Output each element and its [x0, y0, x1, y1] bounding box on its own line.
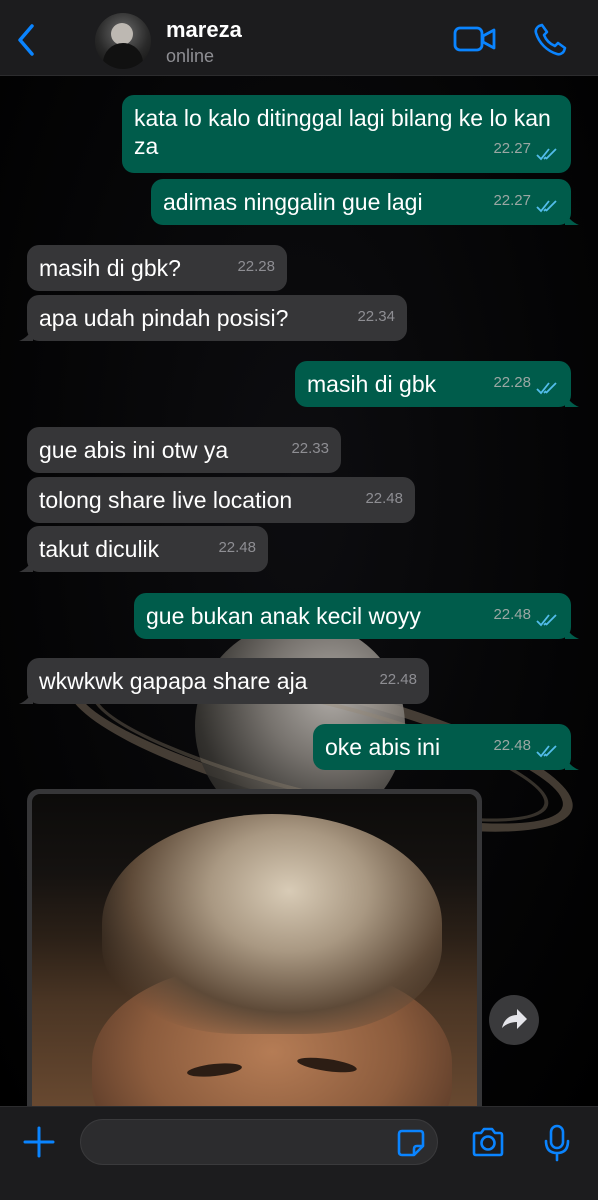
video-call-icon[interactable]	[453, 22, 497, 61]
message-time: 22.33	[291, 440, 329, 457]
message-input[interactable]	[80, 1119, 438, 1165]
bubble-tail	[565, 756, 579, 770]
chat-header: mareza online	[0, 0, 598, 76]
read-ticks-icon	[536, 745, 557, 758]
message-bubble-incoming[interactable]: wkwkwk gapapa share aja 22.48	[19, 658, 429, 704]
message-text: tolong share live location	[39, 487, 293, 513]
contact-name[interactable]: mareza	[166, 17, 242, 43]
message-time: 22.34	[357, 308, 395, 325]
message-text: wkwkwk gapapa share aja	[39, 668, 308, 694]
message-text: oke abis ini	[325, 734, 441, 760]
bubble-tail	[19, 690, 33, 704]
forward-icon[interactable]	[489, 995, 539, 1045]
bubble-tail	[565, 393, 579, 407]
message-time: 22.27	[493, 140, 531, 157]
message-bubble-outgoing[interactable]: adimas ninggalin gue lagi 22.27	[151, 179, 579, 225]
message-bubble-incoming[interactable]: masih di gbk? 22.28	[27, 245, 287, 291]
message-time: 22.48	[379, 671, 417, 688]
message-time: 22.48	[218, 539, 256, 556]
message-bubble-incoming[interactable]: apa udah pindah posisi? 22.34	[19, 295, 407, 341]
bubble-tail	[565, 211, 579, 225]
message-time: 22.28	[493, 374, 531, 391]
contact-status: online	[166, 46, 215, 66]
read-ticks-icon	[536, 614, 557, 627]
message-text: kata lo kalo ditinggal lagi bilang ke lo…	[134, 105, 551, 159]
bubble-tail	[19, 327, 33, 341]
message-bubble-outgoing[interactable]: kata lo kalo ditinggal lagi bilang ke lo…	[122, 95, 571, 173]
photo-image[interactable]	[32, 794, 477, 1114]
microphone-icon[interactable]	[543, 1124, 571, 1167]
message-bubble-outgoing[interactable]: gue bukan anak kecil woyy 22.48	[134, 593, 579, 639]
message-time: 22.48	[493, 737, 531, 754]
message-time: 22.48	[365, 490, 403, 507]
message-text: apa udah pindah posisi?	[39, 305, 289, 331]
message-bubble-incoming[interactable]: gue abis ini otw ya 22.33	[27, 427, 341, 473]
message-bubble-incoming[interactable]: tolong share live location 22.48	[27, 477, 415, 523]
read-ticks-icon	[536, 382, 557, 395]
message-time: 22.28	[237, 258, 275, 275]
message-text: masih di gbk?	[39, 255, 181, 281]
message-bubble-incoming[interactable]: takut diculik 22.48	[19, 526, 268, 572]
message-input-bar	[0, 1106, 598, 1200]
bubble-tail	[19, 558, 33, 572]
read-ticks-icon	[536, 148, 557, 161]
back-chevron-icon[interactable]	[12, 20, 42, 60]
photo-message[interactable]	[27, 789, 482, 1119]
message-text: adimas ninggalin gue lagi	[163, 189, 423, 215]
avatar[interactable]	[95, 13, 151, 69]
message-text: takut diculik	[39, 536, 160, 562]
message-time: 22.27	[493, 192, 531, 209]
bubble-tail	[565, 625, 579, 639]
message-time: 22.48	[493, 606, 531, 623]
message-bubble-outgoing[interactable]: masih di gbk 22.28	[295, 361, 579, 407]
message-text: gue bukan anak kecil woyy	[146, 603, 421, 629]
message-text: gue abis ini otw ya	[39, 437, 229, 463]
plus-icon[interactable]	[22, 1125, 56, 1164]
message-bubble-outgoing[interactable]: oke abis ini 22.48	[313, 724, 579, 770]
sticker-icon[interactable]	[396, 1128, 426, 1163]
camera-icon[interactable]	[470, 1126, 506, 1163]
read-ticks-icon	[536, 200, 557, 213]
phone-call-icon[interactable]	[532, 22, 568, 63]
message-text: masih di gbk	[307, 371, 437, 397]
